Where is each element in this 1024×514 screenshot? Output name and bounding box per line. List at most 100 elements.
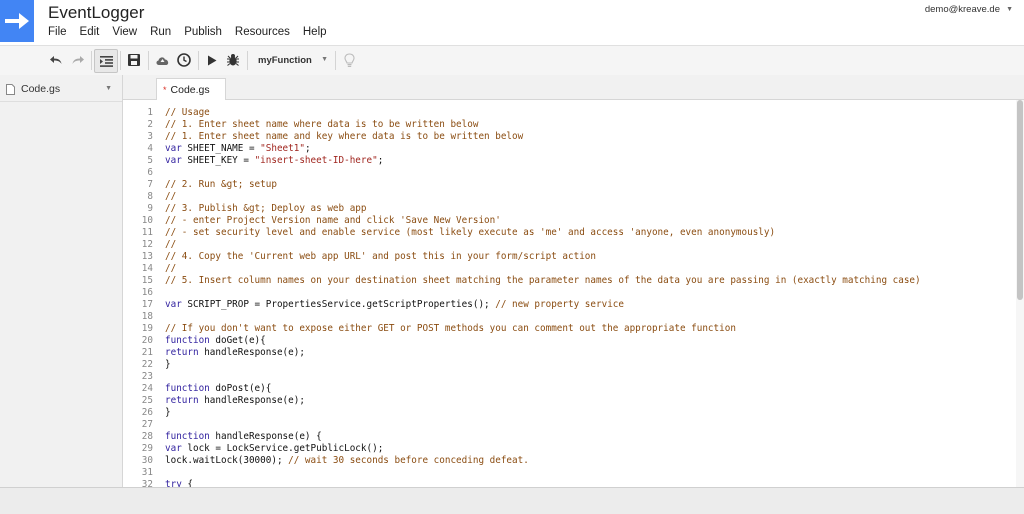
run-play-icon[interactable] [202,49,222,71]
code-token: lock = LockService.getPublicLock(); [181,443,384,454]
code-token: // 2. Run &gt; setup [165,179,277,190]
line-number: 20 [141,335,153,346]
code-token: ; [377,155,384,166]
code-line[interactable]: 3 // 1. Enter sheet name and key where da… [147,131,1016,143]
code-token: // 4. Copy the 'Current web app URL' and… [165,251,596,262]
code-token: function [165,431,210,442]
code-line[interactable]: 12 // [142,239,1016,251]
tab-bar: * Code.gs [123,75,1024,100]
code-token: lock.waitLock(30000); [165,455,289,466]
code-token: return [165,347,199,358]
code-line[interactable]: 31 [142,467,1016,479]
code-line[interactable]: 13 // 4. Copy the 'Current web app URL' a… [142,251,1016,263]
line-number: 18 [141,311,153,322]
line-number: 8 [147,191,153,202]
code-line[interactable]: 20 function doGet(e){ [142,335,1016,347]
scrollbar-thumb[interactable] [1017,100,1023,300]
deploy-cloud-icon[interactable] [152,49,172,71]
function-select[interactable]: myFunction ▼ [252,50,332,71]
line-number: 7 [147,179,153,190]
menu-publish[interactable]: Publish [184,26,222,38]
code-line[interactable]: 4 var SHEET_NAME = "Sheet1"; [147,143,1016,155]
code-line[interactable]: 22} [142,359,1016,371]
code-line[interactable]: 10 // - enter Project Version name and cl… [142,215,1016,227]
code-line[interactable]: 28 function handleResponse(e) { [142,431,1016,443]
redo-icon[interactable] [68,49,88,71]
code-lines: 1 // Usage 2 // 1. Enter sheet name where d… [142,107,1016,487]
code-token: doPost(e){ [209,383,272,394]
line-number: 2 [147,119,153,130]
code-line[interactable]: 24 function doPost(e){ [142,383,1016,395]
line-number: 24 [141,383,153,394]
line-number: 22 [141,359,153,370]
menu-help[interactable]: Help [303,26,327,38]
code-line[interactable]: 1 // Usage [147,107,1016,119]
indent-icon[interactable] [94,49,118,73]
save-icon[interactable] [124,49,144,71]
menu-edit[interactable]: Edit [80,26,100,38]
code-line[interactable]: 29 var lock = LockService.getPublicLock()… [142,443,1016,455]
code-token: function [165,335,210,346]
code-token: doGet(e){ [209,335,266,346]
line-number: 4 [147,143,153,154]
project-title[interactable]: EventLogger [48,3,144,23]
line-number: 23 [141,371,153,382]
triggers-clock-icon[interactable] [174,49,194,71]
line-number: 9 [147,203,153,214]
line-number: 21 [141,347,153,358]
code-line[interactable]: 17 var SCRIPT_PROP = PropertiesService.ge… [142,299,1016,311]
code-line[interactable]: 18 [142,311,1016,323]
code-token: // 3. Publish &gt; Deploy as web app [165,203,367,214]
account-email[interactable]: demo@kreave.de [925,4,1000,15]
editor-scrollbar[interactable] [1016,100,1024,487]
menu-view[interactable]: View [112,26,137,38]
code-line[interactable]: 14 // [142,263,1016,275]
code-line[interactable]: 5 var SHEET_KEY = "insert-sheet-ID-here"; [147,155,1016,167]
code-line[interactable]: 19 // If you don't want to expose either … [142,323,1016,335]
code-line[interactable]: 16 [142,287,1016,299]
file-icon [6,83,15,95]
code-line[interactable]: 30 lock.waitLock(30000); // wait 30 secon… [142,455,1016,467]
app-logo[interactable] [0,0,34,42]
line-number: 26 [141,407,153,418]
sidebar-file-code-gs[interactable]: Code.gs ▼ [6,79,114,99]
file-sidebar: Code.gs ▼ [0,75,123,487]
code-line[interactable]: 7 // 2. Run &gt; setup [147,179,1016,191]
tab-code-gs[interactable]: * Code.gs [156,78,226,100]
code-line[interactable]: 21 return handleResponse(e); [142,347,1016,359]
lightbulb-icon[interactable] [339,49,359,71]
code-line[interactable]: 6 [147,167,1016,179]
code-token: handleResponse(e) { [209,431,322,442]
code-token: // new property service [495,299,624,310]
code-line[interactable]: 27 [142,419,1016,431]
code-line[interactable]: 23 [142,371,1016,383]
code-token: // - enter Project Version name and clic… [165,215,501,226]
code-line[interactable]: 15 // 5. Insert column names on your dest… [142,275,1016,287]
code-line[interactable]: 9 // 3. Publish &gt; Deploy as web app [147,203,1016,215]
code-line[interactable]: 2 // 1. Enter sheet name where data is to… [147,119,1016,131]
code-line[interactable]: 32 try { [142,479,1016,487]
undo-icon[interactable] [46,49,66,71]
code-line[interactable]: 25 return handleResponse(e); [142,395,1016,407]
code-editor[interactable]: 1 // Usage 2 // 1. Enter sheet name where d… [123,100,1016,487]
debug-bug-icon[interactable] [223,49,243,71]
chevron-down-icon[interactable]: ▼ [105,85,112,92]
code-token: // 1. Enter sheet name and key where dat… [165,131,524,142]
code-token: handleResponse(e); [198,395,305,406]
code-token: // 1. Enter sheet name where data is to … [165,119,479,130]
line-number: 11 [141,227,153,238]
chevron-down-icon[interactable]: ▼ [1006,6,1013,13]
menu-file[interactable]: File [48,26,67,38]
code-line[interactable]: 8 // [147,191,1016,203]
code-token: SCRIPT_PROP = PropertiesService.getScrip… [181,299,496,310]
menu-resources[interactable]: Resources [235,26,290,38]
menu-bar: File Edit View Run Publish Resources Hel… [48,26,340,38]
toolbar: myFunction ▼ [0,45,1024,76]
code-token: } [165,407,171,418]
code-line[interactable]: 11 // - set security level and enable ser… [142,227,1016,239]
code-token: // Usage [165,107,210,118]
code-token: handleResponse(e); [198,347,305,358]
arrow-right-icon [5,13,29,29]
code-line[interactable]: 26} [142,407,1016,419]
menu-run[interactable]: Run [150,26,171,38]
